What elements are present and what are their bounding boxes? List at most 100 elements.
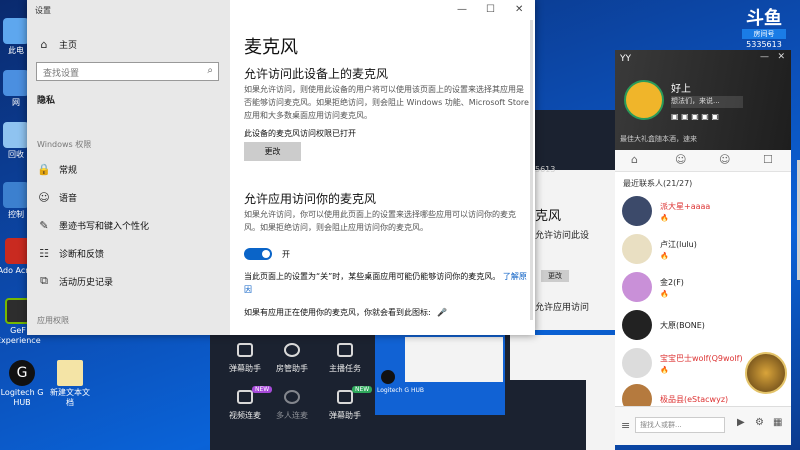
tool-video-link[interactable]: NEW 视频连麦: [218, 386, 273, 421]
mirror-change-button: 更改: [541, 270, 569, 282]
danmu-icon: [237, 343, 253, 357]
tab-contacts-icon[interactable]: ☺: [675, 153, 686, 166]
profile-header: YY — ✕ 好上 想法们，来说... ▣ ▣ ▣ ▣ ▣ 最佳大礼盒随本酒，速…: [615, 50, 791, 150]
flame-icon: 🔥: [660, 289, 669, 298]
desktop-icon-label: Logitech G HUB: [0, 388, 44, 407]
tab-chat-icon[interactable]: ⌂: [631, 153, 638, 166]
status-icons: ▣ ▣ ▣ ▣ ▣: [671, 112, 719, 121]
new-badge: NEW: [352, 386, 373, 393]
panel-minimize-icon[interactable]: —: [760, 52, 769, 62]
contact-item[interactable]: 大原(BONE): [615, 306, 791, 344]
settings-icon[interactable]: ⚙: [755, 417, 764, 428]
video-icon[interactable]: ▶: [737, 417, 745, 428]
tab-more-icon[interactable]: ☐: [763, 153, 773, 166]
app-access-toggle[interactable]: [244, 248, 272, 260]
logitech-icon: G: [9, 360, 35, 386]
profile-status[interactable]: 想法们，来说...: [671, 96, 743, 108]
footer-body: 如果有应用正在使用你的麦克风，你就会看到此图标:: [244, 308, 431, 317]
sidebar-item-label: 语音: [59, 193, 78, 204]
desktop-icon-label: 此电: [8, 46, 24, 55]
sidebar-item-general[interactable]: 🔒 常规: [37, 159, 77, 179]
contact-search-input[interactable]: 搜找人或群...: [635, 417, 725, 433]
home-icon: ⌂: [40, 37, 48, 51]
tab-group-icon[interactable]: ☺: [719, 153, 730, 166]
diagnostics-icon: ☷: [39, 246, 49, 260]
group-header[interactable]: 最近联系人(21/27): [623, 178, 692, 189]
contact-name: 卢江(lulu): [660, 239, 697, 249]
sidebar-item-diagnostics[interactable]: ☷ 诊断和反馈: [37, 243, 104, 263]
section-title: 允许访问此设备上的麦克风: [244, 67, 389, 81]
sidebar-item-label: 常规: [59, 165, 78, 176]
contact-item[interactable]: 金2(F) 🔥: [615, 268, 791, 306]
desktop-icon-label: 新建文本文档: [50, 388, 90, 407]
sidebar-category: 隐私: [37, 96, 56, 106]
mirror-logitech-label: Logitech G HUB: [377, 387, 425, 394]
search-input[interactable]: 查找设置 ⌕: [36, 62, 219, 81]
search-placeholder: 查找设置: [43, 69, 80, 79]
flame-icon: 🔥: [660, 213, 669, 222]
toggle-state-label: 开: [282, 250, 290, 259]
page-title: 麦克风: [244, 37, 298, 58]
contact-item[interactable]: 卢江(lulu) 🔥: [615, 230, 791, 268]
desktop: 此电 网 回收 控制 Ado Acrob GeF Experience G Log…: [0, 0, 800, 450]
tool-room-admin[interactable]: 房管助手: [265, 343, 319, 374]
close-icon[interactable]: ✕: [515, 4, 523, 15]
contact-name: 大原(BONE): [660, 320, 705, 330]
settings-scrollbar[interactable]: [530, 20, 533, 320]
settings-window: 设置 ⌂ 主页 查找设置 ⌕ 隐私 Windows 权限 🔒 常规 ☺ 语音 ✎ 墨迹书…: [27, 0, 535, 335]
sidebar-item-label: 墨迹书写和键入个性化: [59, 221, 150, 232]
avatar: [622, 234, 652, 264]
tool-label: 主播任务: [329, 364, 361, 373]
tool-danmu-2[interactable]: NEW 弹幕助手: [318, 386, 373, 421]
pen-icon: ✎: [39, 218, 49, 232]
contact-name: 极品县(eStacwyz): [660, 394, 729, 404]
avatar[interactable]: [624, 80, 664, 120]
menu-icon[interactable]: ≡: [621, 419, 630, 432]
sidebar-item-home[interactable]: ⌂ 主页: [37, 34, 78, 54]
mirror-screen-large: 5613 克风 允许访问此设 更改 允许应用访问: [535, 110, 615, 330]
section-description: 如果允许访问，则使用此设备的用户将可以使用该页面上的设置来选择其应用是否能够访问…: [244, 85, 529, 120]
minimize-icon[interactable]: —: [457, 4, 467, 15]
panel-tabs: ⌂ ☺ ☺ ☐: [615, 150, 791, 172]
douyu-room-id: 5335613: [746, 40, 782, 49]
tool-streamer-task[interactable]: 主播任务: [318, 343, 372, 374]
sidebar-section: Windows 权限: [37, 140, 92, 149]
sidebar-item-speech[interactable]: ☺ 语音: [37, 187, 77, 207]
mirror-screen-bottom: 弹幕助手 房管助手 主播任务 NEW 视频连麦 多人连麦 NEW 弹幕助手 Logi…: [210, 335, 615, 450]
change-button[interactable]: 更改: [244, 142, 301, 161]
text-file-icon: [57, 360, 83, 386]
desktop-icon-label: 控制: [8, 210, 24, 219]
mirror-title: 克风: [535, 209, 562, 224]
apps-icon[interactable]: ▦: [773, 417, 782, 428]
section-title: 允许应用访问你的麦克风: [244, 192, 377, 206]
settings-sidebar: 设置 ⌂ 主页 查找设置 ⌕ 隐私 Windows 权限 🔒 常规 ☺ 语音 ✎ 墨迹书…: [27, 0, 230, 335]
tool-danmu[interactable]: 弹幕助手: [218, 343, 272, 374]
panel-close-icon[interactable]: ✕: [777, 52, 785, 62]
video-icon: [237, 390, 253, 404]
logitech-icon: [381, 370, 395, 384]
settings-content: — ☐ ✕ 麦克风 允许访问此设备上的麦克风 如果允许访问，则使用此设备的用户将…: [230, 0, 535, 335]
tool-multi-link[interactable]: 多人连麦: [265, 390, 319, 421]
avatar: [622, 272, 652, 302]
profile-name: 好上: [671, 84, 691, 95]
desktop-icon-logitech[interactable]: G Logitech G HUB: [0, 360, 44, 408]
panel-bottom-bar: ≡ 搜找人或群... ▶ ⚙ ▦: [615, 406, 791, 445]
avatar: [622, 196, 652, 226]
desktop-icon-textfile[interactable]: 新建文本文档: [48, 360, 92, 408]
mirror-desktop: Logitech G HUB: [375, 335, 505, 415]
note-body: 当此页面上的设置为“关”时，某些桌面应用可能仍能够访问你的麦克风。: [244, 272, 501, 281]
sidebar-item-label: 主页: [59, 40, 78, 51]
avatar: [622, 348, 652, 378]
profile-notice: 最佳大礼盒随本酒，速来: [620, 135, 697, 143]
tool-label: 弹幕助手: [329, 411, 361, 420]
game-badge-icon: [745, 352, 787, 394]
admin-icon: [284, 343, 300, 357]
note-text: 当此页面上的设置为“关”时，某些桌面应用可能仍能够访问你的麦克风。 了解原因: [244, 270, 529, 296]
contact-item[interactable]: 派大星+aaaa 🔥: [615, 192, 791, 230]
maximize-icon[interactable]: ☐: [486, 4, 495, 15]
contact-name: 宝宝巴士wolf(Q9wolf): [660, 353, 743, 363]
speech-icon: ☺: [38, 190, 50, 204]
sidebar-item-inking[interactable]: ✎ 墨迹书写和键入个性化: [37, 215, 149, 235]
status-text: 此设备的麦克风访问权限已打开: [244, 129, 356, 138]
sidebar-item-history[interactable]: ⧉ 活动历史记录: [37, 271, 113, 291]
